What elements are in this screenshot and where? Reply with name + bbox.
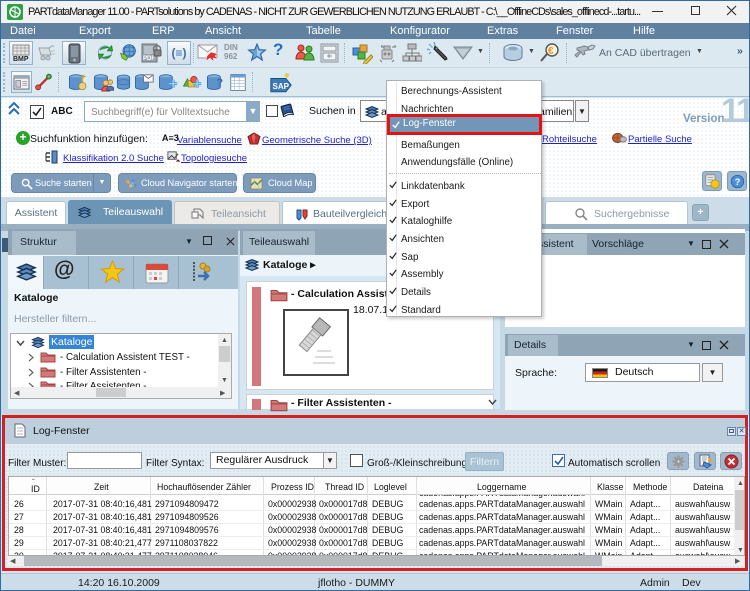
svg-text:€: € (548, 46, 554, 57)
svg-text:PDF: PDF (143, 56, 155, 62)
svg-text:?: ? (216, 77, 223, 89)
svg-text:BMP: BMP (13, 56, 29, 62)
svg-text:?: ? (735, 177, 741, 187)
svg-text:SAP: SAP (273, 82, 290, 91)
